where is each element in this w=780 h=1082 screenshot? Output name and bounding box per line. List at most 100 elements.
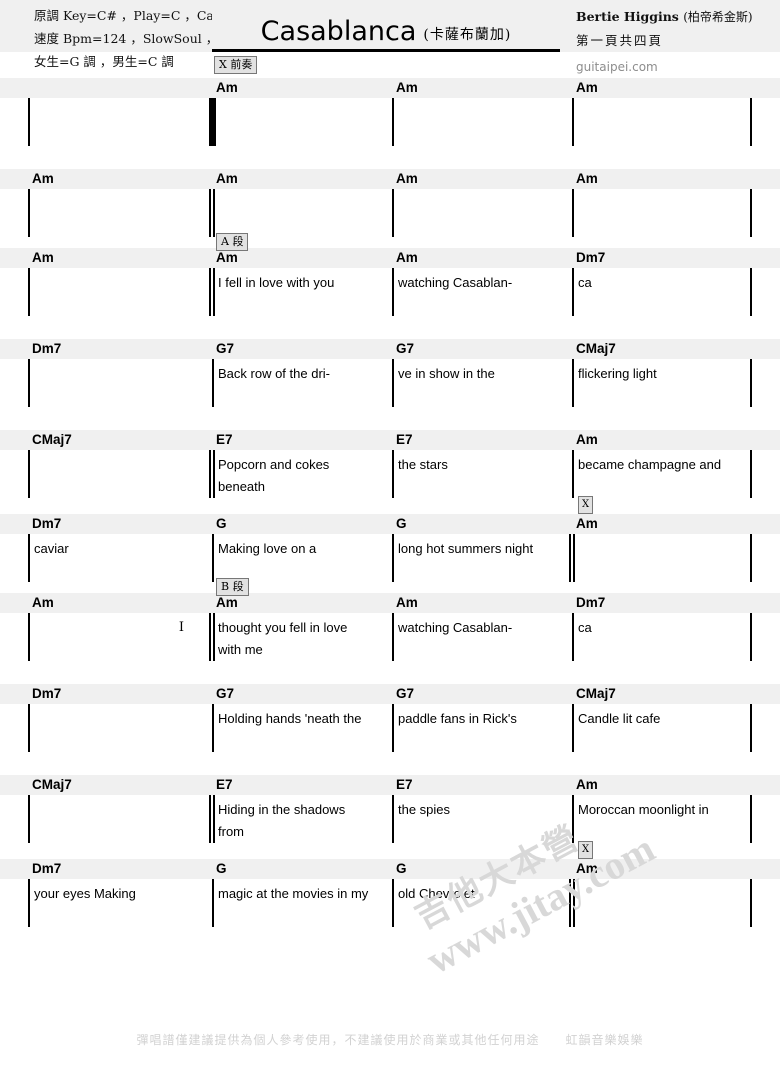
barline-double	[209, 450, 215, 498]
author-name: Bertie Higgins (柏帝希金斯)	[576, 5, 753, 29]
barline-double	[209, 268, 215, 316]
section-label-a: A 段	[216, 233, 249, 251]
barline	[750, 879, 752, 927]
barline	[392, 795, 394, 843]
author-block: Bertie Higgins (柏帝希金斯) 第一頁共四頁	[576, 5, 753, 53]
barline-double	[569, 534, 575, 582]
barline	[750, 98, 752, 146]
lyric-line: ca	[578, 275, 592, 290]
barline-double	[209, 613, 215, 661]
lyric-line: Popcorn and cokes beneath	[218, 457, 330, 494]
chord-label: Am	[32, 171, 54, 186]
lyric-line: I fell in love with you	[218, 275, 335, 290]
chord-label: Am	[396, 595, 418, 610]
staff-row: Dm7 G7 G7 CMaj7 Holding hands 'neath the…	[0, 684, 780, 759]
staff-row: Dm7 G G Am your eyes Making magic at the…	[0, 859, 780, 934]
barline	[392, 359, 394, 407]
staff-row: Dm7 G7 G7 CMaj7 Back row of the dri- ve …	[0, 339, 780, 414]
chord-label: G7	[396, 686, 415, 701]
lyric-line: watching Casablan-	[398, 275, 513, 290]
barline	[750, 268, 752, 316]
chord-label: Am	[216, 250, 238, 265]
chord-label: Dm7	[576, 595, 606, 610]
section-label-x: X	[578, 841, 594, 859]
chord-label: Am	[576, 777, 598, 792]
chord-band: Am Am Am Am	[0, 169, 780, 189]
page-title-chinese: (卡薩布蘭加)	[423, 27, 512, 43]
author-name-en: Bertie Higgins	[576, 9, 679, 24]
chord-label: E7	[216, 777, 233, 792]
barline	[28, 189, 30, 237]
staff-row: CMaj7 E7 E7 Am Popcorn and cokes beneath…	[0, 430, 780, 514]
lyric-line: Making love on a	[218, 541, 317, 556]
lyric-line: Holding hands 'neath the	[218, 711, 362, 726]
lyric-band: Back row of the dri- ve in show in the f…	[0, 359, 780, 414]
chord-label: Am	[576, 432, 598, 447]
footer-notice: 彈唱譜僅建議提供為個人參考使用，不建議使用於商業或其他任何用途 虹韻音樂娛樂	[0, 1031, 780, 1048]
chord-label: G7	[216, 686, 235, 701]
barline	[750, 704, 752, 752]
barline	[28, 704, 30, 752]
row-gap	[0, 323, 780, 339]
lyric-line: became champagne and	[578, 457, 722, 472]
row-gap	[0, 505, 780, 514]
barline	[572, 268, 574, 316]
chord-label: Dm7	[32, 861, 62, 876]
lyric-line: old Chevrolet	[398, 886, 475, 901]
lyric-line: magic at the movies in my	[218, 886, 369, 901]
author-name-cn: (柏帝希金斯)	[683, 10, 753, 24]
chord-band: Dm7 G G Am	[0, 859, 780, 879]
lyric-band: caviar Making love on a long hot summers…	[0, 534, 780, 596]
barline-repeat-start	[209, 98, 216, 146]
barline	[572, 189, 574, 237]
lyric-line: Moroccan moonlight in	[578, 802, 709, 817]
barline	[392, 879, 394, 927]
lyric-line: the stars	[398, 457, 448, 472]
barline	[750, 450, 752, 498]
barline	[392, 613, 394, 661]
chord-label: G	[216, 861, 227, 876]
section-label-b: B 段	[216, 578, 249, 596]
row-gap	[0, 668, 780, 684]
chord-label: Dm7	[32, 341, 62, 356]
footer-usage-text: 彈唱譜僅建議提供為個人參考使用，不建議使用於商業或其他任何用途	[136, 1033, 540, 1047]
barline	[28, 795, 30, 843]
barline	[392, 268, 394, 316]
section-label-x: X	[578, 496, 594, 514]
lyric-band: I fell in love with you watching Casabla…	[0, 268, 780, 323]
lyric-band: I thought you fell in love with me watch…	[0, 613, 780, 668]
chord-label: G	[396, 516, 407, 531]
lyric-band: A 段	[0, 189, 780, 251]
chord-band: Dm7 G7 G7 CMaj7	[0, 684, 780, 704]
barline	[572, 359, 574, 407]
lyric-line: Back row of the dri-	[218, 366, 330, 381]
chord-band: CMaj7 E7 E7 Am	[0, 775, 780, 795]
sheet-header: 原調 Key=C# ，Play=C ，Capo=1 速度 Bpm=124 ，Sl…	[0, 0, 780, 78]
barline	[572, 795, 574, 843]
lyric-line: watching Casablan-	[398, 620, 513, 635]
barline-double	[569, 879, 575, 927]
chord-label: Am	[576, 171, 598, 186]
barline	[212, 359, 214, 407]
row-gap	[0, 414, 780, 430]
barline	[28, 268, 30, 316]
lyric-line: Hiding in the shadows from	[218, 802, 346, 839]
barline	[212, 879, 214, 927]
lyric-line: Candle lit cafe	[578, 711, 661, 726]
lyric-band: Popcorn and cokes beneath the stars beca…	[0, 450, 780, 514]
row-gap	[0, 850, 780, 859]
chord-label: E7	[216, 432, 233, 447]
lyric-line: paddle fans in Rick's	[398, 711, 517, 726]
lyric-line: ca	[578, 620, 592, 635]
barline	[392, 98, 394, 146]
barline	[572, 98, 574, 146]
barline	[28, 534, 30, 582]
footer-publisher: 虹韻音樂娛樂	[565, 1033, 644, 1047]
barline	[28, 359, 30, 407]
chord-label: G7	[396, 341, 415, 356]
barline	[572, 450, 574, 498]
lyric-band: Holding hands 'neath the paddle fans in …	[0, 704, 780, 759]
barline-double	[209, 189, 215, 237]
lyric-line: long hot summers night	[398, 541, 534, 556]
chord-label: Am	[396, 250, 418, 265]
